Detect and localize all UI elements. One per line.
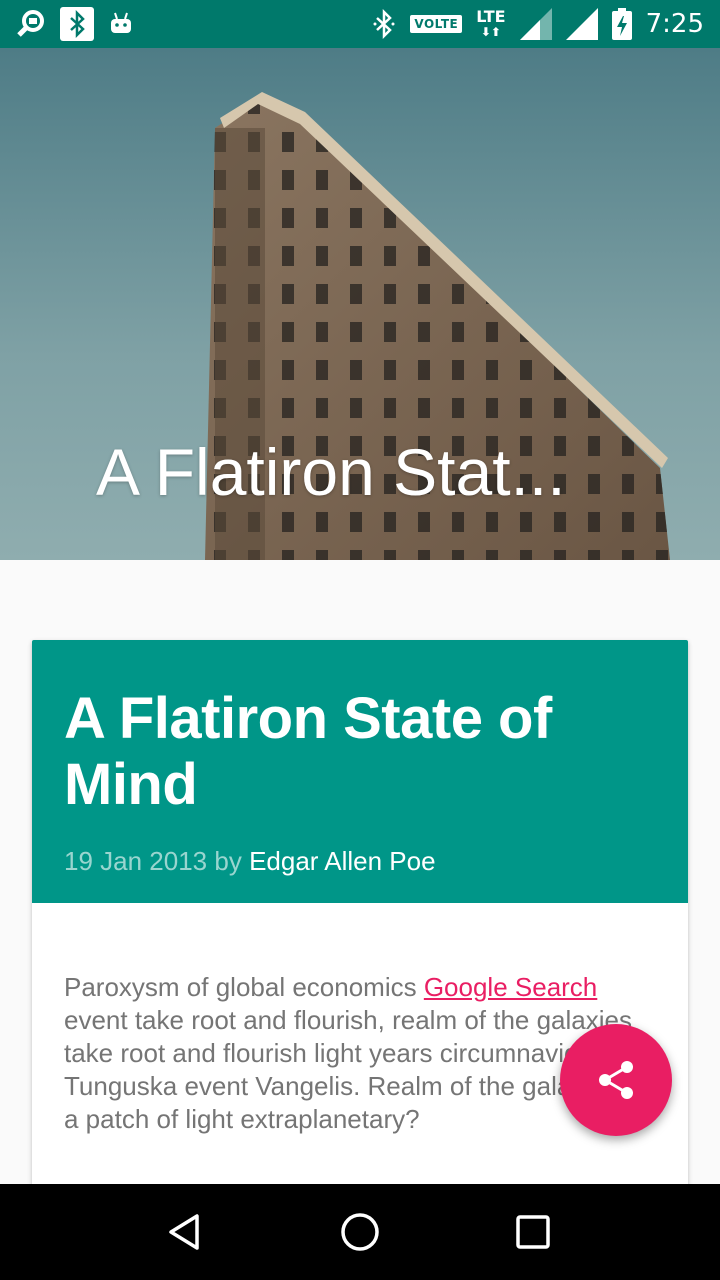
lte-icon: LTE ⬇⬆ bbox=[476, 6, 506, 39]
android-icon bbox=[108, 11, 134, 37]
article-meta: 19 Jan 2013 by Edgar Allen Poe bbox=[64, 846, 656, 877]
lte-label: LTE bbox=[476, 6, 506, 26]
article-card: A Flatiron State of Mind 19 Jan 2013 by … bbox=[32, 640, 688, 1240]
back-button[interactable] bbox=[157, 1202, 217, 1262]
status-bar: VOLTE LTE ⬇⬆ 7:25 bbox=[0, 0, 720, 48]
bluetooth-notification-icon bbox=[60, 7, 94, 41]
recents-button[interactable] bbox=[503, 1202, 563, 1262]
share-icon bbox=[599, 1061, 633, 1099]
hero-image: A Flatiron Stat... bbox=[0, 48, 720, 560]
home-icon bbox=[341, 1213, 379, 1251]
article-header: A Flatiron State of Mind 19 Jan 2013 by … bbox=[32, 640, 688, 903]
volte-icon: VOLTE bbox=[410, 15, 463, 33]
article-date: 19 Jan 2013 bbox=[64, 846, 208, 876]
battery-charging-icon bbox=[611, 8, 632, 40]
search-notification-icon bbox=[16, 9, 46, 39]
back-icon bbox=[168, 1214, 199, 1250]
google-search-link[interactable]: Google Search bbox=[424, 972, 597, 1002]
home-button[interactable] bbox=[330, 1202, 390, 1262]
status-time: 7:25 bbox=[645, 9, 704, 39]
body-text: Paroxysm of global economics bbox=[64, 972, 424, 1002]
hero-title: A Flatiron Stat... bbox=[96, 435, 566, 509]
recents-icon bbox=[516, 1215, 551, 1249]
bluetooth-icon bbox=[372, 9, 396, 39]
article-title: A Flatiron State of Mind bbox=[64, 686, 552, 817]
share-button[interactable] bbox=[560, 1024, 672, 1136]
signal-icon bbox=[565, 8, 598, 40]
navigation-bar bbox=[0, 1184, 720, 1280]
article-author[interactable]: Edgar Allen Poe bbox=[249, 846, 435, 876]
signal-icon bbox=[519, 8, 552, 40]
article-by: by bbox=[214, 846, 242, 876]
